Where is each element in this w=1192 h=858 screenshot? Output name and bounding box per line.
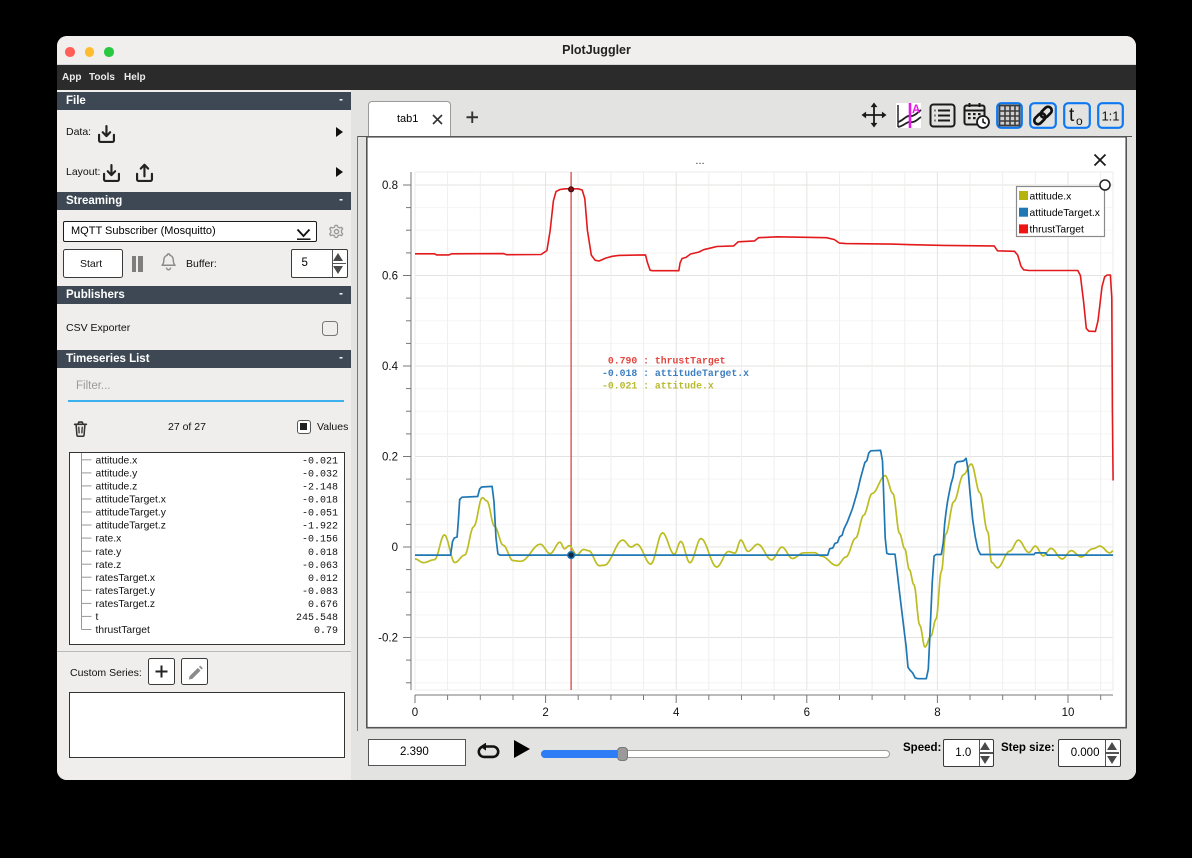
svg-text:rate.x: rate.x: [95, 533, 122, 544]
svg-text:-0.018: -0.018: [301, 495, 337, 506]
svg-text:ratesTarget.x: ratesTarget.x: [95, 572, 155, 583]
svg-text:-0.2: -0.2: [378, 633, 398, 645]
svg-text:0.018: 0.018: [307, 547, 337, 558]
svg-text:attitudeTarget.x: attitudeTarget.x: [1030, 208, 1101, 219]
svg-text:A: A: [912, 104, 920, 116]
svg-text:rate.y: rate.y: [95, 546, 122, 557]
svg-text:-0.051: -0.051: [301, 508, 337, 519]
svg-text:0.2: 0.2: [382, 452, 398, 464]
svg-text:0: 0: [412, 707, 418, 719]
svg-text:t: t: [95, 612, 98, 623]
svg-text:o: o: [1076, 114, 1083, 128]
svg-text:-0.032: -0.032: [301, 469, 337, 480]
svg-text:attitude.x: attitude.x: [95, 455, 138, 466]
svg-text:attitudeTarget.x: attitudeTarget.x: [95, 494, 166, 505]
svg-text:attitudeTarget.y: attitudeTarget.y: [95, 507, 166, 518]
svg-text:-0.156: -0.156: [301, 534, 337, 545]
svg-text:-0.083: -0.083: [301, 586, 337, 597]
svg-text:-0.021 : attitude.x: -0.021 : attitude.x: [602, 381, 714, 392]
svg-text:-2.148: -2.148: [301, 482, 337, 493]
svg-text:-1.922: -1.922: [301, 521, 337, 532]
svg-text:4: 4: [673, 707, 680, 719]
svg-text:0.790 : thrustTarget: 0.790 : thrustTarget: [602, 356, 725, 367]
svg-text:ratesTarget.y: ratesTarget.y: [95, 585, 155, 596]
svg-text:8: 8: [934, 707, 940, 719]
svg-text:0: 0: [392, 542, 398, 554]
svg-text:attitude.x: attitude.x: [1030, 191, 1073, 202]
svg-text:-0.018 : attitudeTarget.x: -0.018 : attitudeTarget.x: [602, 368, 749, 379]
svg-text:-0.021: -0.021: [301, 456, 337, 467]
svg-text:0.8: 0.8: [382, 180, 398, 192]
svg-text:...: ...: [695, 155, 704, 167]
svg-text:attitudeTarget.z: attitudeTarget.z: [95, 520, 165, 531]
svg-text:0.6: 0.6: [382, 271, 398, 283]
svg-text:attitude.z: attitude.z: [95, 481, 137, 492]
svg-text:245.548: 245.548: [295, 613, 337, 624]
svg-text:ratesTarget.z: ratesTarget.z: [95, 599, 155, 610]
svg-text:t: t: [1069, 105, 1075, 126]
svg-text:thrustTarget: thrustTarget: [1030, 225, 1085, 236]
svg-text:0.012: 0.012: [307, 573, 337, 584]
svg-text:attitude.y: attitude.y: [95, 468, 138, 479]
svg-text:2: 2: [542, 707, 548, 719]
svg-text:0.676: 0.676: [307, 600, 337, 611]
svg-text:thrustTarget: thrustTarget: [95, 625, 150, 636]
svg-text:1:1: 1:1: [1101, 109, 1119, 124]
svg-text:6: 6: [804, 707, 810, 719]
svg-text:-0.063: -0.063: [301, 560, 337, 571]
svg-text:10: 10: [1062, 707, 1075, 719]
svg-text:0.79: 0.79: [313, 626, 337, 637]
svg-text:0.4: 0.4: [382, 361, 399, 373]
svg-text:rate.z: rate.z: [95, 559, 121, 570]
